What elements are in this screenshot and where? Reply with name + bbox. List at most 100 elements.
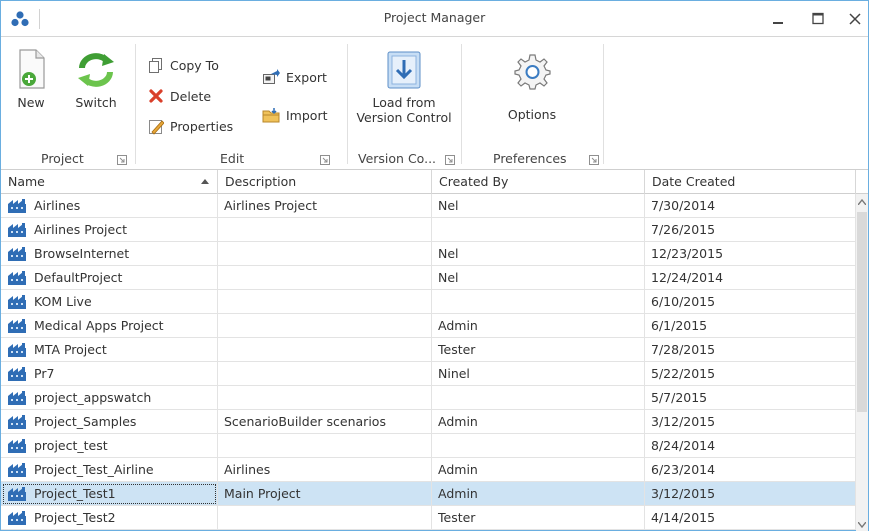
table-row[interactable]: project_appswatch 5/7/2015 [1, 386, 856, 410]
options-button[interactable]: Options [500, 52, 564, 122]
scroll-down-icon[interactable] [858, 522, 866, 528]
cell-created-by[interactable] [432, 218, 645, 242]
cell-date-created[interactable]: 7/26/2015 [645, 218, 856, 242]
column-header-name[interactable]: Name [1, 170, 218, 194]
table-row[interactable]: project_test 8/24/2014 [1, 434, 856, 458]
cell-description[interactable]: Airlines Project [218, 194, 432, 218]
cell-description[interactable] [218, 290, 432, 314]
dialog-launcher-icon[interactable] [445, 155, 455, 165]
column-header-created-by[interactable]: Created By [432, 170, 645, 194]
cell-name[interactable]: Project_Test_Airline [1, 458, 218, 482]
table-row[interactable]: Project_Test2 Tester 4/14/2015 [1, 506, 856, 530]
cell-date-created[interactable]: 8/24/2014 [645, 434, 856, 458]
cell-created-by[interactable] [432, 386, 645, 410]
table-row[interactable]: KOM Live 6/10/2015 [1, 290, 856, 314]
cell-date-created[interactable]: 5/7/2015 [645, 386, 856, 410]
cell-date-created[interactable]: 12/23/2015 [645, 242, 856, 266]
cell-description[interactable]: ScenarioBuilder scenarios [218, 410, 432, 434]
cell-name[interactable]: Medical Apps Project [1, 314, 218, 338]
cell-name[interactable]: DefaultProject [1, 266, 218, 290]
cell-name[interactable]: project_test [1, 434, 218, 458]
cell-name[interactable]: Pr7 [1, 362, 218, 386]
cell-created-by[interactable]: Nel [432, 242, 645, 266]
cell-name[interactable]: Airlines [1, 194, 218, 218]
column-header-description[interactable]: Description [218, 170, 432, 194]
cell-name[interactable]: project_appswatch [1, 386, 218, 410]
properties-button[interactable]: Properties [148, 115, 233, 137]
cell-date-created[interactable]: 3/12/2015 [645, 410, 856, 434]
project-factory-icon [8, 511, 26, 525]
table-row[interactable]: Medical Apps Project Admin 6/1/2015 [1, 314, 856, 338]
table-row[interactable]: MTA Project Tester 7/28/2015 [1, 338, 856, 362]
cell-name[interactable]: Airlines Project [1, 218, 218, 242]
cell-description[interactable] [218, 338, 432, 362]
dialog-launcher-icon[interactable] [320, 155, 330, 165]
table-row[interactable]: Pr7 Ninel 5/22/2015 [1, 362, 856, 386]
new-button[interactable]: New [11, 46, 51, 110]
project-factory-icon [8, 463, 26, 477]
cell-description[interactable] [218, 314, 432, 338]
cell-date-created[interactable]: 3/12/2015 [645, 482, 856, 506]
copy-to-button[interactable]: Copy To [148, 54, 219, 76]
cell-date-created[interactable]: 7/28/2015 [645, 338, 856, 362]
cell-name[interactable]: Project_Test2 [1, 506, 218, 530]
cell-created-by[interactable]: Ninel [432, 362, 645, 386]
cell-date-created[interactable]: 6/1/2015 [645, 314, 856, 338]
cell-created-by[interactable]: Nel [432, 194, 645, 218]
dialog-launcher-icon[interactable] [117, 155, 127, 165]
cell-name[interactable]: MTA Project [1, 338, 218, 362]
cell-date-created[interactable]: 6/10/2015 [645, 290, 856, 314]
table-row[interactable]: BrowseInternet Nel 12/23/2015 [1, 242, 856, 266]
cell-description[interactable] [218, 506, 432, 530]
table-row[interactable]: Project_Samples ScenarioBuilder scenarios… [1, 410, 856, 434]
column-header-date-created[interactable]: Date Created [645, 170, 856, 194]
cell-date-created[interactable]: 6/23/2014 [645, 458, 856, 482]
cell-name[interactable]: KOM Live [1, 290, 218, 314]
close-button[interactable] [841, 6, 869, 32]
table-row[interactable]: Airlines Airlines Project Nel 7/30/2014 [1, 194, 856, 218]
delete-button[interactable]: Delete [148, 85, 211, 107]
cell-date-created[interactable]: 4/14/2015 [645, 506, 856, 530]
export-button[interactable]: Export [262, 66, 327, 88]
delete-x-icon [149, 89, 163, 103]
minimize-button[interactable] [764, 6, 792, 32]
cell-description[interactable] [218, 266, 432, 290]
cell-description[interactable]: Main Project [218, 482, 432, 506]
cell-description[interactable] [218, 434, 432, 458]
cell-description[interactable]: Airlines [218, 458, 432, 482]
cell-created-by[interactable]: Admin [432, 410, 645, 434]
table-row[interactable]: Airlines Project 7/26/2015 [1, 218, 856, 242]
cell-created-by[interactable]: Admin [432, 458, 645, 482]
cell-created-by[interactable] [432, 434, 645, 458]
scroll-up-icon[interactable] [858, 199, 866, 205]
cell-created-by[interactable]: Nel [432, 266, 645, 290]
dialog-launcher-icon[interactable] [589, 155, 599, 165]
cell-created-by[interactable]: Tester [432, 338, 645, 362]
import-button[interactable]: Import [262, 104, 328, 126]
table-row[interactable]: Project_Test_Airline Airlines Admin 6/23/20… [1, 458, 856, 482]
cell-description[interactable] [218, 242, 432, 266]
cell-name[interactable]: BrowseInternet [1, 242, 218, 266]
cell-date-created[interactable]: 7/30/2014 [645, 194, 856, 218]
cell-created-by[interactable]: Admin [432, 482, 645, 506]
table-row[interactable]: DefaultProject Nel 12/24/2014 [1, 266, 856, 290]
switch-button-label: Switch [75, 95, 117, 110]
load-from-version-control-button[interactable]: Load from Version Control [352, 48, 456, 125]
cell-description[interactable] [218, 362, 432, 386]
cell-description[interactable] [218, 386, 432, 410]
cell-created-by[interactable]: Tester [432, 506, 645, 530]
cell-created-by[interactable] [432, 290, 645, 314]
table-row[interactable]: Project_Test1 Main Project Admin 3/12/2015 [1, 482, 856, 506]
copy-icon [149, 58, 162, 73]
scrollbar-thumb[interactable] [857, 212, 867, 412]
cell-created-by[interactable]: Admin [432, 314, 645, 338]
cell-description[interactable] [218, 218, 432, 242]
cell-date-created[interactable]: 5/22/2015 [645, 362, 856, 386]
vertical-scrollbar[interactable] [856, 194, 868, 531]
maximize-button[interactable] [804, 6, 832, 32]
cell-date-created[interactable]: 12/24/2014 [645, 266, 856, 290]
cell-name[interactable]: Project_Samples [1, 410, 218, 434]
ribbon-divider [603, 44, 604, 164]
switch-button[interactable]: Switch [71, 46, 121, 110]
cell-name[interactable]: Project_Test1 [1, 482, 218, 506]
